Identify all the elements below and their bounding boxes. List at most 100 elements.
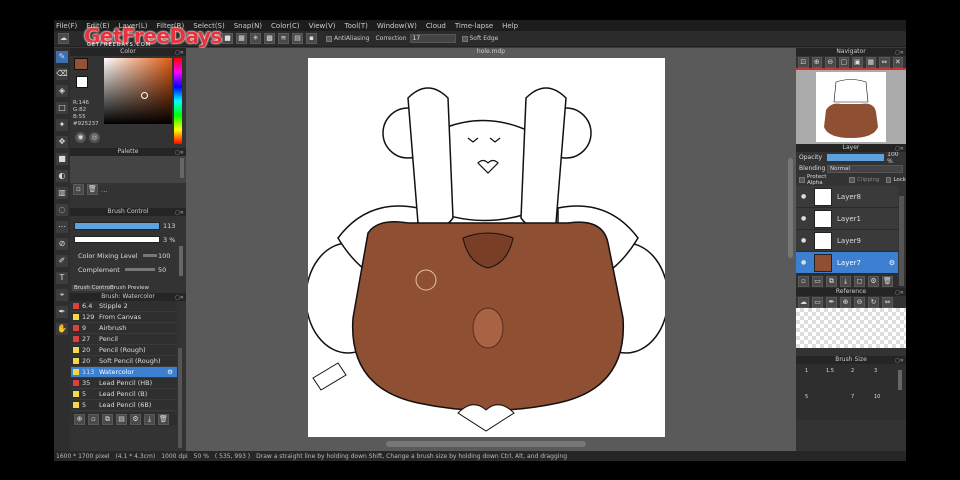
zoom-in-icon[interactable]: ⊕ [811,56,822,68]
protect-alpha-checkbox[interactable] [799,177,805,183]
blending-mode-select[interactable]: Normal [827,164,903,173]
palette-area[interactable] [70,156,186,183]
layer-property-icon[interactable]: ⚙ [868,275,879,287]
size-preset-10[interactable]: 10 [874,394,880,400]
lock-checkbox[interactable] [885,177,892,183]
reference-open-icon[interactable]: ▭ [812,296,823,308]
antialias-checkbox[interactable] [326,35,332,42]
brush-copy-icon[interactable]: ⧉ [102,413,113,425]
size-preset-3[interactable]: 3 [874,368,877,374]
select-eraser-icon[interactable]: ⊘ [56,238,68,250]
brush-list-item[interactable]: 20 Pencil (Rough) [71,345,177,356]
copy-layer-icon[interactable]: ⧉ [826,275,837,287]
size-preset-1-5[interactable]: 1.5 [826,368,834,374]
brush-size-slider[interactable] [74,222,160,230]
divide-tool-icon[interactable]: ⌖ [56,289,68,301]
menu-view[interactable]: View(V) [309,22,336,30]
reference-load-icon[interactable]: ☁ [798,296,809,308]
fill-rect-icon[interactable]: ■ [56,153,68,165]
eyedropper-icon[interactable]: ✒ [56,306,68,318]
soft-edge-checkbox[interactable] [461,35,468,42]
zoom-reset-icon[interactable]: ▢ [838,56,849,68]
reference-zoom-in-icon[interactable]: ⊕ [840,296,851,308]
delete-layer-icon[interactable]: 🗑 [882,275,893,287]
size-preset-1[interactable]: 1 [805,368,808,374]
brush-list-item[interactable]: 6.4 Stipple 2 [71,301,177,312]
reference-zoom-out-icon[interactable]: ⊖ [854,296,865,308]
wave-icon[interactable]: ≋ [278,33,289,44]
gradient-tool-icon[interactable]: ▥ [56,187,68,199]
text-tool-icon[interactable]: T [56,272,68,284]
merge-down-icon[interactable]: ⤓ [840,275,851,287]
new-folder-icon[interactable]: ▭ [812,275,823,287]
menu-help[interactable]: Help [502,22,518,30]
flip-icon[interactable]: ⇔ [879,56,890,68]
size-preset-2[interactable]: 2 [851,368,854,374]
layer-row[interactable]: ● Layer9 [796,230,898,252]
complement-slider[interactable] [125,268,155,271]
color-mixing-slider[interactable] [143,254,157,257]
grid-icon[interactable]: ▦ [236,33,247,44]
blur-tool-icon[interactable]: ◈ [56,85,68,97]
ruler-icon[interactable]: ▤ [292,33,303,44]
color-wheel-icon[interactable]: ◉ [75,132,86,143]
pen-tool-icon[interactable]: ✎ [56,51,68,63]
brush-settings-icon[interactable]: ⚙ [167,368,173,376]
reference-flip-icon[interactable]: ⇔ [882,296,893,308]
brush-size-scrollbar[interactable] [898,370,902,390]
canvas-horizontal-scrollbar[interactable] [386,441,586,447]
clear-layer-icon[interactable]: ◻ [854,275,865,287]
layer-row[interactable]: ● Layer8 [796,186,898,208]
tab-brush-control[interactable]: Brush Control [72,285,114,291]
correction-select[interactable]: 17 [409,34,456,43]
cloud-icon[interactable]: ☁ [58,33,69,44]
canvas-vertical-scrollbar[interactable] [788,158,793,258]
drawing-canvas[interactable] [308,58,665,437]
brush-opacity-slider[interactable] [74,236,160,243]
menu-tool[interactable]: Tool(T) [345,22,368,30]
panel-close-icon[interactable]: ▢✕ [895,145,904,153]
brush-control-scrollbar[interactable] [179,246,183,276]
foreground-color-swatch[interactable] [74,58,88,70]
panel-close-icon[interactable]: ▢✕ [895,289,904,297]
lasso-tool-icon[interactable]: ◌ [56,204,68,216]
size-preset-7[interactable]: 7 [851,394,854,400]
brush-list-item[interactable]: 35 Lead Pencil (HB) [71,378,177,389]
move-tool-icon[interactable]: ✥ [56,136,68,148]
navigator-close-icon[interactable]: ✕ [892,56,903,68]
reference-canvas[interactable] [796,308,906,348]
snap-icon[interactable]: ✳ [250,33,261,44]
tab-brush-preview[interactable]: Brush Preview [110,285,149,291]
zoom-out-icon[interactable]: ⊖ [825,56,836,68]
color-history-icon[interactable]: ◎ [89,132,100,143]
brush-add-icon[interactable]: ⊕ [74,413,85,425]
brush-list-scrollbar[interactable] [178,348,182,448]
palette-scrollbar[interactable] [180,158,184,178]
zoom-fit-icon[interactable]: ⊡ [798,56,809,68]
palette-delete-icon[interactable]: 🗑 [87,184,98,195]
layer-visibility-icon[interactable]: ● [801,237,809,245]
menu-file[interactable]: File(F) [56,22,77,30]
menu-cloud[interactable]: Cloud [426,22,446,30]
select-pen-icon[interactable]: ⋯ [56,221,68,233]
color-picker-cursor[interactable] [141,92,148,99]
palette-more-button[interactable]: ... [101,186,108,194]
panel-close-icon[interactable]: ▢✕ [175,294,184,302]
select-rect-icon[interactable]: □ [56,102,68,114]
brush-list-item[interactable]: 129 From Canvas [71,312,177,323]
brush-list-item[interactable]: 20 Soft Pencil (Rough) [71,356,177,367]
canvas-area[interactable]: hole.mdp [186,48,796,451]
reference-rotate-icon[interactable]: ↻ [868,296,879,308]
layer-opacity-slider[interactable] [826,154,885,161]
menu-window[interactable]: Window(W) [377,22,417,30]
layer-visibility-icon[interactable]: ● [801,193,809,201]
panel-close-icon[interactable]: ▢✕ [895,49,904,57]
new-layer-icon[interactable]: ▫ [798,275,809,287]
navigator-preview[interactable] [796,68,906,144]
palette-add-icon[interactable]: ▫ [73,184,84,195]
bucket-tool-icon[interactable]: ◐ [56,170,68,182]
brush-export-icon[interactable]: ⤓ [144,413,155,425]
stop-icon[interactable]: ▪ [306,33,317,44]
magic-wand-icon[interactable]: ✦ [56,119,68,131]
menu-color[interactable]: Color(C) [271,22,300,30]
